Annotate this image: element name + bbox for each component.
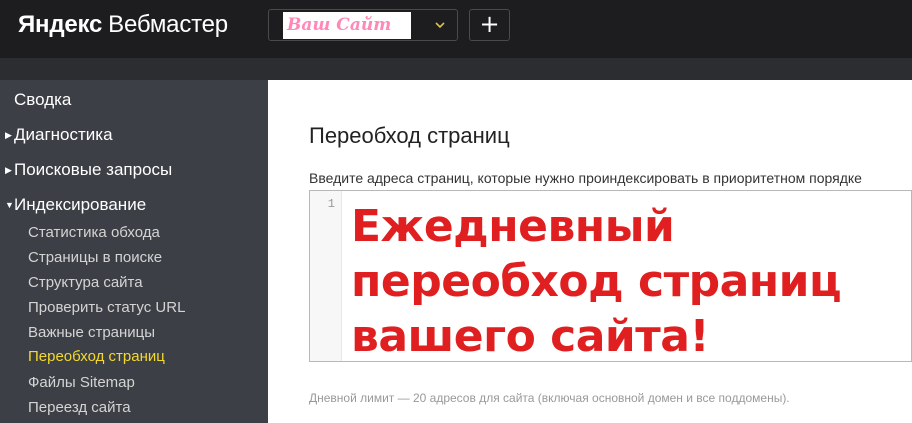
header-strip: [0, 58, 912, 80]
sidebar-item-summary[interactable]: Сводка: [0, 90, 71, 110]
top-bar: Яндекс Вебмастер Ваш Сайт +: [0, 0, 912, 58]
sidebar-subitem-site-structure[interactable]: Структура сайта: [28, 274, 143, 291]
add-site-button[interactable]: +: [469, 9, 510, 41]
sidebar-item-label: Сводка: [14, 90, 72, 109]
main-content: Переобход страниц Введите адреса страниц…: [268, 80, 912, 423]
site-selector-value: Ваш Сайт: [283, 12, 411, 39]
urls-field-label: Введите адреса страниц, которые нужно пр…: [309, 170, 862, 186]
page-title: Переобход страниц: [309, 123, 510, 148]
caret-right-icon: ▶: [5, 165, 12, 175]
sidebar-subitem-sitemap[interactable]: Файлы Sitemap: [28, 374, 135, 391]
editor-gutter: 1: [310, 191, 342, 361]
promo-line: переобход страниц: [351, 256, 842, 307]
sidebar-item-indexing[interactable]: ▼Индексирование: [0, 195, 146, 215]
brand-product: Вебмастер: [108, 11, 228, 38]
brand-yandex: Яндекс: [18, 11, 103, 38]
sidebar-item-search-queries[interactable]: ▶ Поисковые запросы: [0, 160, 172, 180]
site-selector[interactable]: Ваш Сайт: [268, 9, 458, 41]
sidebar-subitem-pages-in-search[interactable]: Страницы в поиске: [28, 249, 162, 266]
sidebar-item-label: Диагностика: [14, 125, 113, 144]
chevron-down-icon: [435, 22, 445, 29]
sidebar: Сводка ▶ Диагностика ▶ Поисковые запросы ▼…: [0, 80, 268, 423]
sidebar-subitem-recrawl[interactable]: Переобход страниц: [28, 348, 165, 365]
sidebar-subitem-site-move[interactable]: Переезд сайта: [28, 399, 131, 416]
urls-editor[interactable]: 1 Ежедневный переобход страниц вашего са…: [309, 190, 912, 362]
promo-overlay-text: Ежедневный переобход страниц вашего сайт…: [351, 199, 842, 364]
sidebar-item-label: Поисковые запросы: [14, 160, 173, 179]
sidebar-subitem-check-url[interactable]: Проверить статус URL: [28, 299, 185, 316]
sidebar-subitem-important-pages[interactable]: Важные страницы: [28, 324, 155, 341]
sidebar-item-diagnostics[interactable]: ▶ Диагностика: [0, 125, 113, 145]
daily-limit-note: Дневной лимит — 20 адресов для сайта (вк…: [309, 391, 790, 405]
line-number: 1: [327, 197, 335, 211]
sidebar-item-label: Индексирование: [14, 195, 147, 214]
sidebar-subitem-crawl-stats[interactable]: Статистика обхода: [28, 224, 160, 241]
promo-line: вашего сайта!: [351, 311, 710, 362]
caret-down-icon: ▼: [5, 200, 14, 210]
promo-line: Ежедневный: [351, 201, 675, 252]
caret-right-icon: ▶: [5, 130, 12, 140]
brand-logo[interactable]: Яндекс Вебмастер: [18, 11, 228, 39]
